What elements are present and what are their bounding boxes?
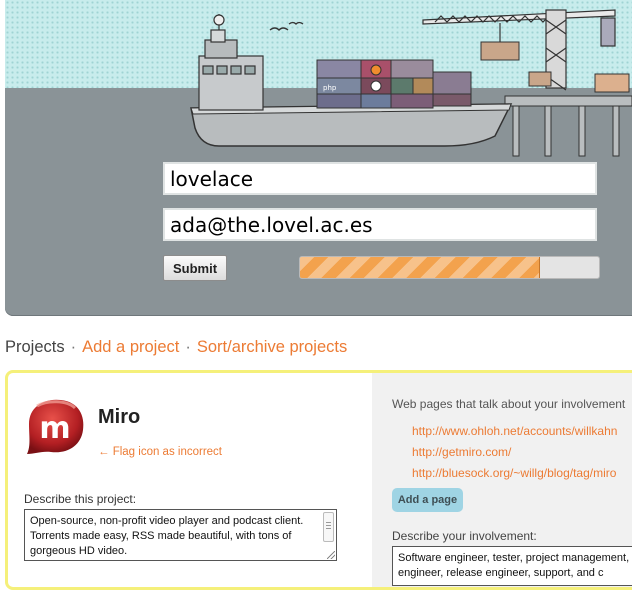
project-description-textarea[interactable]: Open-source, non-profit video player and… xyxy=(24,509,337,561)
nav-separator: · xyxy=(70,338,77,356)
textarea-scrollbar[interactable] xyxy=(323,512,334,542)
project-card: m Miro ← Flag icon as incorrect Describe… xyxy=(5,370,632,590)
involvement-url-link[interactable]: http://getmiro.com/ xyxy=(412,444,617,465)
bird-icon xyxy=(269,27,289,31)
flag-icon-incorrect-link[interactable]: ← Flag icon as incorrect xyxy=(98,446,222,458)
miro-logo-icon: m xyxy=(27,399,84,454)
project-name: Miro xyxy=(98,406,141,428)
hero-banner: php Submit xyxy=(5,0,632,316)
describe-project-label: Describe this project: xyxy=(24,492,137,506)
involvement-url-list: http://www.ohloh.net/accounts/willkahn h… xyxy=(412,423,617,486)
ship-bridge xyxy=(198,14,264,111)
miro-container-icon xyxy=(370,80,382,92)
progress-bar xyxy=(299,256,600,279)
sort-archive-link[interactable]: Sort/archive projects xyxy=(197,338,347,356)
describe-involvement-label: Describe your involvement: xyxy=(392,529,537,543)
projects-nav: Projects · Add a project · Sort/archive proj… xyxy=(5,338,347,360)
involvement-text-line: Software engineer, tester, project manag… xyxy=(398,552,630,564)
svg-text:m: m xyxy=(39,411,70,446)
firefox-container-icon xyxy=(370,64,382,76)
webpages-label: Web pages that talk about your involveme… xyxy=(392,397,626,411)
progress-fill xyxy=(300,257,541,278)
hanging-container xyxy=(480,41,520,61)
email-input[interactable] xyxy=(163,208,597,241)
nav-separator: · xyxy=(185,338,191,356)
involvement-url-link[interactable]: http://bluesock.org/~willg/blog/tag/miro xyxy=(412,465,617,486)
submit-button[interactable]: Submit xyxy=(163,255,227,281)
username-input[interactable] xyxy=(163,162,597,195)
resize-grip-icon[interactable] xyxy=(327,551,335,559)
containers xyxy=(316,59,472,109)
add-page-button[interactable]: Add a page xyxy=(392,488,463,512)
involvement-textarea[interactable]: Software engineer, tester, project manag… xyxy=(392,546,632,586)
project-description-text: Open-source, non-profit video player and… xyxy=(30,515,304,557)
bird-icon xyxy=(288,21,304,25)
projects-heading: Projects xyxy=(5,338,65,356)
involvement-url-link[interactable]: http://www.ohloh.net/accounts/willkahn xyxy=(412,423,617,444)
cargo-ship-illustration: php xyxy=(5,9,632,160)
php-container-label: php xyxy=(323,84,337,92)
add-project-link[interactable]: Add a project xyxy=(82,338,179,356)
